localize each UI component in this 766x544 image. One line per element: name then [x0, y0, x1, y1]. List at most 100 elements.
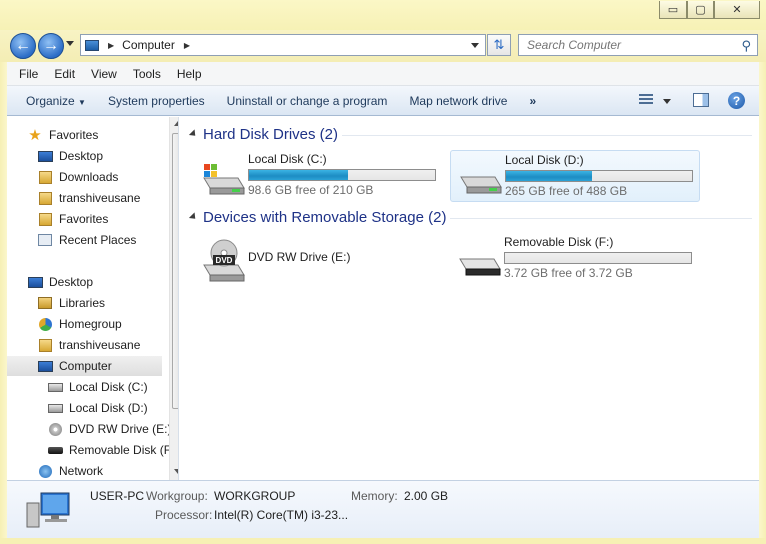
minimize-button[interactable]: ▭	[659, 1, 687, 19]
processor-value: Intel(R) Core(TM) i3-23...	[214, 508, 349, 522]
title-bar: ▭ ▢ ✕	[0, 0, 766, 32]
dvd-drive-icon	[47, 422, 63, 436]
back-arrow-icon: ←	[15, 37, 31, 54]
group-header-hard-disks[interactable]: Hard Disk Drives (2)	[203, 126, 338, 143]
favorites-folder-icon	[37, 212, 53, 226]
forward-button[interactable]: →	[38, 33, 64, 59]
pc-name: USER-PC	[90, 489, 145, 503]
menu-tools[interactable]: Tools	[125, 67, 169, 81]
close-icon: ✕	[732, 4, 742, 16]
nav-computer[interactable]: Computer	[7, 356, 162, 376]
drive-c[interactable]: Local Disk (C:) 98.6 GB free of 210 GB	[194, 150, 444, 202]
dvd-logo-label: DVD	[216, 256, 233, 265]
group-divider	[450, 218, 752, 219]
menu-file[interactable]: File	[11, 67, 46, 81]
address-bar[interactable]: ▶ Computer ▶	[80, 34, 486, 56]
search-box[interactable]: ⚲	[518, 34, 758, 56]
group-header-removable[interactable]: Devices with Removable Storage (2)	[203, 209, 446, 226]
view-options-dropdown-icon[interactable]	[663, 99, 671, 104]
menu-help[interactable]: Help	[169, 67, 210, 81]
uninstall-program-button[interactable]: Uninstall or change a program	[216, 94, 399, 108]
nav-network[interactable]: Network	[37, 461, 103, 480]
nav-disk-d[interactable]: Local Disk (D:)	[47, 398, 148, 418]
nav-favorites[interactable]: ★ Favorites	[27, 125, 98, 145]
breadcrumb-separator-icon[interactable]: ▶	[108, 41, 114, 50]
close-button[interactable]: ✕	[714, 1, 760, 19]
nav-fav-downloads[interactable]: Downloads	[37, 167, 118, 187]
nav-disk-d-label: Local Disk (D:)	[69, 401, 148, 415]
menu-view[interactable]: View	[83, 67, 125, 81]
help-icon[interactable]: ?	[728, 92, 745, 109]
search-input[interactable]	[525, 37, 730, 53]
drive-d[interactable]: Local Disk (D:) 265 GB free of 488 GB	[450, 150, 700, 202]
nav-libraries[interactable]: Libraries	[37, 293, 105, 313]
menu-bar: File Edit View Tools Help	[7, 62, 759, 86]
breadcrumb-chevron-icon[interactable]: ▶	[184, 41, 190, 50]
nav-network-label: Network	[59, 464, 104, 478]
group-collapse-icon[interactable]	[188, 129, 199, 139]
nav-fav-favorites[interactable]: Favorites	[37, 209, 108, 229]
nav-dvd[interactable]: DVD RW Drive (E:)	[47, 419, 171, 439]
drive-c-usage-bar	[248, 169, 436, 181]
nav-fav-recent-label: Recent Places	[59, 233, 137, 247]
address-dropdown-icon[interactable]	[471, 43, 479, 48]
menu-edit[interactable]: Edit	[46, 67, 83, 81]
map-network-drive-button[interactable]: Map network drive	[398, 94, 518, 108]
drive-e-name: DVD RW Drive (E:)	[248, 250, 351, 264]
nav-dvd-label: DVD RW Drive (E:)	[69, 422, 172, 436]
scrollbar-thumb[interactable]	[172, 133, 178, 409]
maximize-icon: ▢	[695, 4, 706, 16]
scroll-down-icon[interactable]	[174, 469, 178, 474]
nav-fav-user[interactable]: transhiveusane	[37, 188, 140, 208]
details-pane: USER-PC Workgroup: WORKGROUP Memory: 2.0…	[7, 480, 759, 538]
nav-scrollbar[interactable]	[169, 117, 178, 480]
preview-pane-icon[interactable]	[693, 93, 709, 107]
nav-computer-label: Computer	[59, 359, 112, 373]
change-view-icon[interactable]	[639, 94, 653, 106]
more-commands-button[interactable]: »	[518, 94, 547, 108]
search-icon[interactable]: ⚲	[741, 38, 751, 54]
drive-f-name: Removable Disk (F:)	[504, 235, 614, 249]
organize-button[interactable]: Organize ▼	[15, 94, 97, 108]
downloads-folder-icon	[37, 170, 53, 184]
nav-removable[interactable]: Removable Disk (F:)	[47, 440, 178, 460]
nav-disk-c[interactable]: Local Disk (C:)	[47, 377, 148, 397]
homegroup-icon	[37, 317, 53, 331]
drive-d-usage-bar	[505, 170, 693, 182]
system-properties-button[interactable]: System properties	[97, 94, 216, 108]
breadcrumb-computer[interactable]: Computer	[122, 38, 175, 52]
memory-label: Memory:	[351, 489, 398, 503]
nav-homegroup[interactable]: Homegroup	[37, 314, 122, 334]
drive-d-free-space: 265 GB free of 488 GB	[505, 184, 628, 198]
computer-large-icon	[25, 491, 73, 531]
back-button[interactable]: ←	[10, 33, 36, 59]
nav-fav-desktop[interactable]: Desktop	[37, 146, 103, 166]
user-folder-icon	[37, 338, 53, 352]
drive-c-name: Local Disk (C:)	[248, 152, 327, 166]
network-icon	[37, 464, 53, 478]
nav-favorites-label: Favorites	[49, 128, 99, 142]
nav-user[interactable]: transhiveusane	[37, 335, 140, 355]
refresh-button[interactable]: ⇅	[487, 34, 511, 56]
star-icon: ★	[28, 127, 42, 144]
drive-e[interactable]: DVD DVD RW Drive (E:)	[194, 233, 444, 285]
hard-drive-icon	[47, 401, 63, 415]
navigation-pane: ★ Favorites Desktop Downloads transhiveus…	[7, 117, 179, 480]
nav-desktop[interactable]: Desktop	[27, 272, 93, 292]
recent-pages-dropdown[interactable]	[66, 41, 74, 46]
nav-libraries-label: Libraries	[59, 296, 106, 310]
scroll-up-icon[interactable]	[174, 121, 178, 126]
desktop-icon	[27, 275, 43, 289]
workgroup-label: Workgroup:	[146, 489, 208, 503]
nav-fav-recent[interactable]: Recent Places	[37, 230, 136, 250]
forward-arrow-icon: →	[43, 37, 59, 54]
drive-f-usage-bar	[504, 252, 692, 264]
nav-fav-user-label: transhiveusane	[59, 191, 141, 205]
window-frame-left	[0, 62, 7, 544]
user-folder-icon	[37, 191, 53, 205]
maximize-button[interactable]: ▢	[687, 1, 714, 19]
group-collapse-icon[interactable]	[188, 212, 199, 222]
drive-c-usage-fill	[249, 170, 348, 180]
drive-f[interactable]: Removable Disk (F:) 3.72 GB free of 3.72…	[450, 233, 700, 285]
window-frame-bottom	[0, 538, 766, 544]
